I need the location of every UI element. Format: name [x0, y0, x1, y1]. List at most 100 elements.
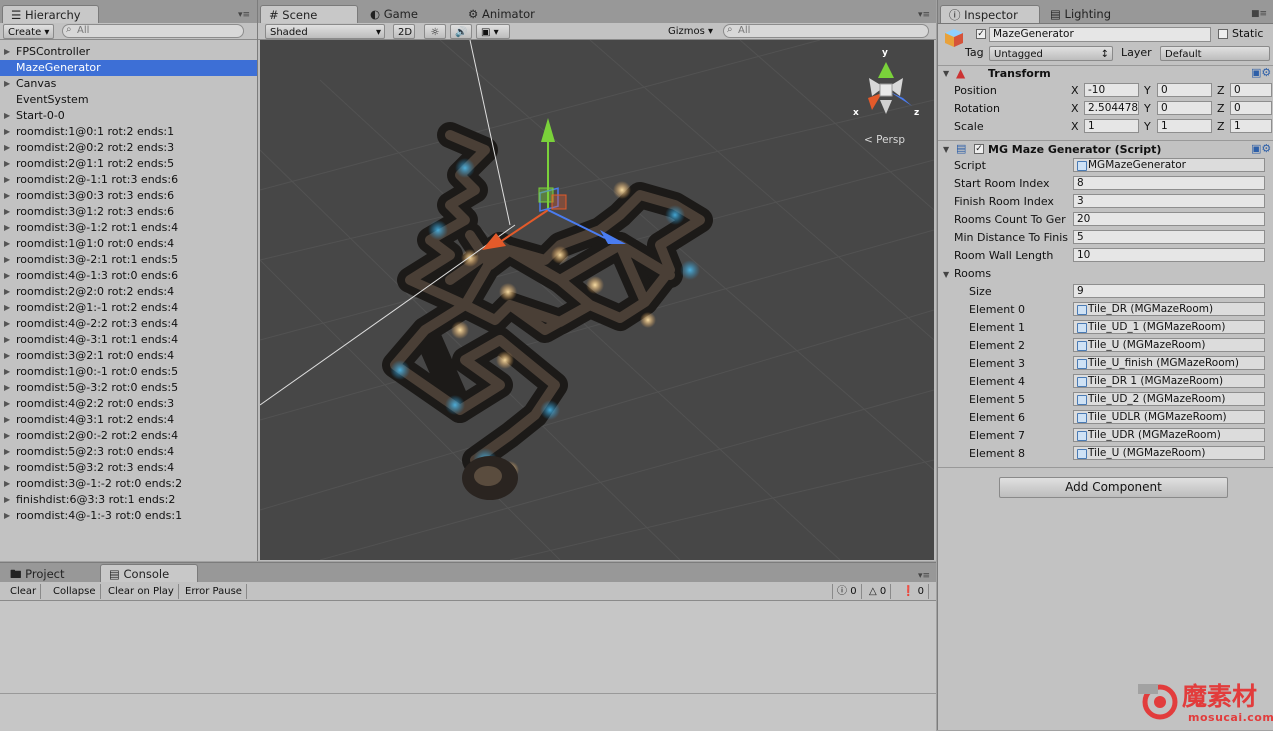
foldout-arrow-icon[interactable]: ▼	[943, 69, 949, 78]
hierarchy-item[interactable]: ▶ roomdist:4@3:1 rot:2 ends:4	[0, 412, 257, 428]
element-object-field[interactable]: Tile_UD_1 (MGMazeRoom)	[1073, 320, 1265, 334]
hierarchy-item[interactable]: ▶ roomdist:2@2:0 rot:2 ends:4	[0, 284, 257, 300]
axis-y-label[interactable]: Y	[1144, 84, 1151, 97]
expand-arrow-icon[interactable]: ▶	[4, 284, 10, 300]
hierarchy-item[interactable]: ▶ roomdist:5@-3:2 rot:0 ends:5	[0, 380, 257, 396]
element-object-field[interactable]: Tile_DR 1 (MGMazeRoom)	[1073, 374, 1265, 388]
help-book-icon[interactable]: ▣⚙	[1251, 66, 1271, 79]
expand-arrow-icon[interactable]: ▶	[4, 156, 10, 172]
expand-arrow-icon[interactable]: ▶	[4, 204, 10, 220]
hierarchy-item[interactable]: ▶ roomdist:3@1:2 rot:3 ends:6	[0, 204, 257, 220]
expand-arrow-icon[interactable]: ▶	[4, 300, 10, 316]
hierarchy-item[interactable]: ▶ roomdist:4@-3:1 rot:1 ends:4	[0, 332, 257, 348]
gizmos-dropdown[interactable]: Gizmos ▾	[664, 24, 718, 39]
expand-arrow-icon[interactable]: ▶	[4, 332, 10, 348]
axis-z-label[interactable]: Z	[1217, 102, 1225, 115]
hierarchy-item[interactable]: ▶ roomdist:1@1:0 rot:0 ends:4	[0, 236, 257, 252]
expand-arrow-icon[interactable]: ▶	[4, 44, 10, 60]
tab-scene[interactable]: # Scene	[260, 5, 358, 23]
axis-y-label[interactable]: Y	[1144, 120, 1151, 133]
element-object-field[interactable]: Tile_U_finish (MGMazeRoom)	[1073, 356, 1265, 370]
rotation-y-field[interactable]: 0	[1157, 101, 1212, 115]
expand-arrow-icon[interactable]: ▶	[4, 460, 10, 476]
hierarchy-item[interactable]: ▶ roomdist:4@-1:-3 rot:0 ends:1	[0, 508, 257, 524]
hierarchy-item[interactable]: ▶ roomdist:3@-1:2 rot:1 ends:4	[0, 220, 257, 236]
script-field-value[interactable]: 20	[1073, 212, 1265, 226]
mode-2d-toggle[interactable]: 2D	[393, 24, 415, 39]
expand-arrow-icon[interactable]: ▶	[4, 492, 10, 508]
expand-arrow-icon[interactable]: ▶	[4, 508, 10, 524]
orientation-gizmo[interactable]	[868, 62, 912, 114]
hierarchy-item[interactable]: ▶ roomdist:4@2:2 rot:0 ends:3	[0, 396, 257, 412]
element-object-field[interactable]: Tile_UD_2 (MGMazeRoom)	[1073, 392, 1265, 406]
foldout-arrow-icon[interactable]: ▼	[943, 270, 949, 279]
hierarchy-item[interactable]: ▶ roomdist:3@0:3 rot:3 ends:6	[0, 188, 257, 204]
position-z-field[interactable]: 0	[1230, 83, 1272, 97]
lock-icon[interactable]: ■≡	[1251, 9, 1267, 19]
error-pause-toggle[interactable]: Error Pause	[181, 584, 247, 599]
hierarchy-item[interactable]: ▶ roomdist:2@-1:1 rot:3 ends:6	[0, 172, 257, 188]
axis-x-label[interactable]: X	[1071, 84, 1079, 97]
rotation-x-field[interactable]: 2.504478	[1084, 101, 1139, 115]
scene-search-input[interactable]: All	[723, 24, 929, 38]
hierarchy-item[interactable]: EventSystem	[0, 92, 257, 108]
script-field-value[interactable]: 8	[1073, 176, 1265, 190]
hierarchy-item[interactable]: ▶ Canvas	[0, 76, 257, 92]
rotation-z-field[interactable]: 0	[1230, 101, 1272, 115]
audio-toggle[interactable]: 🔊	[450, 24, 472, 39]
hierarchy-item[interactable]: ▶ roomdist:5@2:3 rot:0 ends:4	[0, 444, 257, 460]
panel-menu-icon[interactable]: ▾≡	[918, 10, 930, 20]
axis-y-label[interactable]: Y	[1144, 102, 1151, 115]
tab-project[interactable]: 🖿 Project	[2, 565, 73, 583]
collapse-toggle[interactable]: Collapse	[49, 584, 101, 599]
tab-animator[interactable]: ⚙ Animator	[460, 5, 543, 23]
axis-x-label[interactable]: X	[1071, 120, 1079, 133]
expand-arrow-icon[interactable]: ▶	[4, 348, 10, 364]
element-object-field[interactable]: Tile_UDR (MGMazeRoom)	[1073, 428, 1265, 442]
scale-z-field[interactable]: 1	[1230, 119, 1272, 133]
tab-lighting[interactable]: ▤ Lighting	[1042, 5, 1119, 23]
static-checkbox[interactable]	[1218, 29, 1228, 39]
expand-arrow-icon[interactable]: ▶	[4, 188, 10, 204]
foldout-arrow-icon[interactable]: ▼	[943, 145, 949, 154]
element-object-field[interactable]: Tile_UDLR (MGMazeRoom)	[1073, 410, 1265, 424]
hierarchy-item[interactable]: ▶ roomdist:2@0:-2 rot:2 ends:4	[0, 428, 257, 444]
add-component-button[interactable]: Add Component	[999, 477, 1228, 498]
panel-menu-icon[interactable]: ▾≡	[238, 10, 250, 20]
tab-inspector[interactable]: ⓘ Inspector	[940, 5, 1040, 23]
script-field-value[interactable]: 5	[1073, 230, 1265, 244]
element-object-field[interactable]: Tile_DR (MGMazeRoom)	[1073, 302, 1265, 316]
expand-arrow-icon[interactable]: ▶	[4, 252, 10, 268]
hierarchy-item[interactable]: ▶ roomdist:3@-2:1 rot:1 ends:5	[0, 252, 257, 268]
element-object-field[interactable]: Tile_U (MGMazeRoom)	[1073, 446, 1265, 460]
expand-arrow-icon[interactable]: ▶	[4, 220, 10, 236]
hierarchy-item[interactable]: ▶ finishdist:6@3:3 rot:1 ends:2	[0, 492, 257, 508]
help-book-icon[interactable]: ▣⚙	[1251, 142, 1271, 155]
expand-arrow-icon[interactable]: ▶	[4, 428, 10, 444]
panel-menu-icon[interactable]: ▾≡	[918, 571, 930, 581]
clear-button[interactable]: Clear	[6, 584, 42, 599]
object-name-field[interactable]: MazeGenerator	[989, 27, 1211, 42]
rooms-label[interactable]: Rooms	[954, 267, 991, 280]
expand-arrow-icon[interactable]: ▶	[4, 476, 10, 492]
axis-z-label[interactable]: Z	[1217, 84, 1225, 97]
expand-arrow-icon[interactable]: ▶	[4, 172, 10, 188]
hierarchy-item[interactable]: ▶ roomdist:4@-1:3 rot:0 ends:6	[0, 268, 257, 284]
hierarchy-item[interactable]: ▶ roomdist:3@-1:-2 rot:0 ends:2	[0, 476, 257, 492]
warning-count-toggle[interactable]: △ 0	[865, 584, 892, 599]
hierarchy-item[interactable]: ▶ roomdist:5@3:2 rot:3 ends:4	[0, 460, 257, 476]
expand-arrow-icon[interactable]: ▶	[4, 380, 10, 396]
expand-arrow-icon[interactable]: ▶	[4, 364, 10, 380]
info-count-toggle[interactable]: ⓘ 0	[832, 584, 862, 599]
hierarchy-item[interactable]: ▶ roomdist:2@1:-1 rot:2 ends:4	[0, 300, 257, 316]
rooms-size-field[interactable]: 9	[1073, 284, 1265, 298]
expand-arrow-icon[interactable]: ▶	[4, 140, 10, 156]
tab-game[interactable]: ◐ Game	[362, 5, 426, 23]
error-count-toggle[interactable]: ❗ 0	[898, 584, 930, 599]
expand-arrow-icon[interactable]: ▶	[4, 444, 10, 460]
expand-arrow-icon[interactable]: ▶	[4, 412, 10, 428]
axis-z-label[interactable]: Z	[1217, 120, 1225, 133]
tab-hierarchy[interactable]: ☰ Hierarchy	[2, 5, 99, 23]
hierarchy-item[interactable]: ▶ Start-0-0	[0, 108, 257, 124]
hierarchy-item[interactable]: MazeGenerator	[0, 60, 257, 76]
